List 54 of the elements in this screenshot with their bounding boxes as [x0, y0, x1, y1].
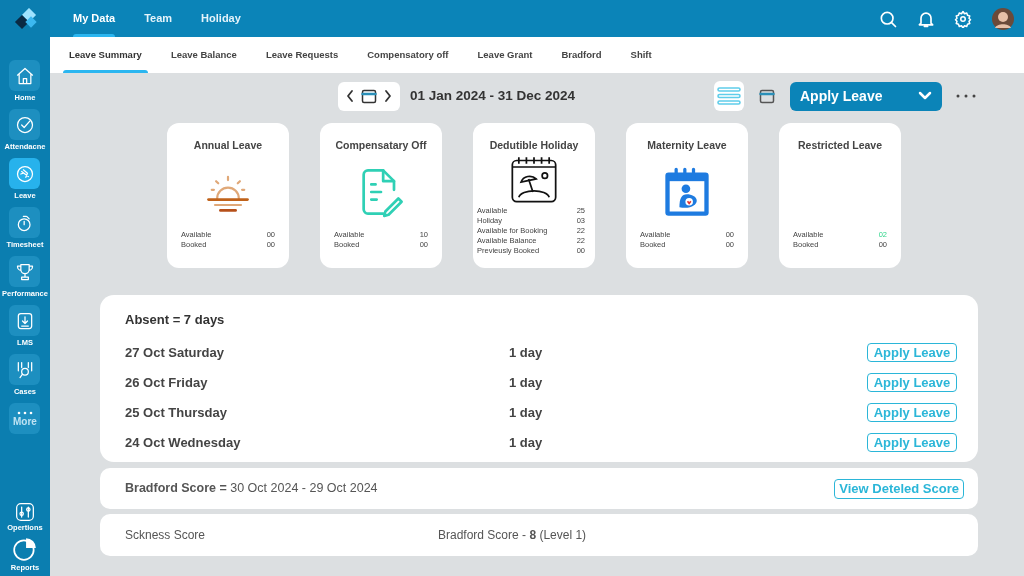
- top-tab[interactable]: My Data: [73, 0, 116, 37]
- absent-duration: 1 day: [509, 343, 543, 362]
- card-title: Annual Leave: [192, 138, 264, 153]
- sub-tab[interactable]: Compensatory off: [361, 37, 455, 73]
- absent-date: 26 Oct Friday: [125, 373, 209, 392]
- calendar-icon: [759, 88, 775, 104]
- more-icon[interactable]: [956, 94, 976, 98]
- chevron-left-icon[interactable]: [345, 89, 355, 103]
- apply-leave-button[interactable]: Apply Leave: [867, 403, 957, 422]
- absent-duration: 1 day: [509, 433, 543, 452]
- absent-date: 27 Oct Saturday: [125, 343, 225, 362]
- card-title: Restricted Leave: [796, 138, 883, 153]
- absent-duration: 1 day: [509, 373, 543, 392]
- settings-icon[interactable]: [954, 9, 972, 28]
- dots-icon: [17, 410, 33, 415]
- absent-title: Absent = 7 days: [125, 311, 226, 329]
- absent-duration: 1 day: [509, 403, 543, 422]
- sub-tab[interactable]: Leave Requests: [259, 37, 345, 73]
- trophy-icon: [15, 261, 35, 282]
- sidebar-nav-item[interactable]: More: [2, 403, 48, 434]
- card-title: Dedutible Holiday: [488, 138, 580, 153]
- apply-leave-button[interactable]: Apply Leave: [867, 343, 957, 362]
- date-range: 01 Jan 2024 - 31 Dec 2024: [410, 86, 576, 105]
- absent-date: 24 Oct Wednesday: [125, 433, 242, 452]
- top-tab[interactable]: Holiday: [201, 0, 241, 37]
- sub-tab[interactable]: Bradford: [555, 37, 608, 73]
- card-title: Compensatary Off: [334, 138, 428, 153]
- nav-tile: More: [9, 403, 41, 434]
- calendar-mother-icon: [663, 165, 711, 218]
- card-title: Maternity Leave: [646, 138, 728, 153]
- sub-tab[interactable]: Leave Summary: [63, 37, 148, 73]
- download-icon: [15, 310, 35, 331]
- sliders-icon: [15, 502, 35, 522]
- apply-leave-button[interactable]: Apply Leave: [867, 433, 957, 452]
- apply-leave-dropdown[interactable]: Apply Leave: [790, 81, 942, 111]
- chevron-right-icon[interactable]: [383, 89, 393, 103]
- sub-tab[interactable]: Leave Grant: [471, 37, 539, 73]
- top-tab[interactable]: Team: [144, 0, 173, 37]
- apply-leave-button[interactable]: Apply Leave: [867, 373, 957, 392]
- calendar-icon[interactable]: [361, 88, 377, 104]
- view-score-button[interactable]: View Deteled Score: [834, 478, 964, 499]
- sickness-score: Bradford Score - 8 (Level 1): [438, 527, 587, 544]
- absent-date: 25 Oct Thursday: [125, 403, 228, 422]
- sickness-label: Sckness Score: [125, 527, 207, 544]
- check-circle-icon: [15, 114, 35, 135]
- list-icon: [717, 87, 741, 105]
- sub-tab[interactable]: Shift: [624, 37, 658, 73]
- magnifier-icon: [15, 359, 35, 380]
- pie-chart-icon: [12, 536, 38, 562]
- sub-tab[interactable]: Leave Balance: [164, 37, 243, 73]
- avatar[interactable]: [992, 7, 1014, 30]
- chevron-down-icon: [918, 91, 932, 101]
- bradford-score-range: Bradford Score = 30 Oct 2024 - 29 Oct 2024: [125, 480, 378, 498]
- home-icon: [15, 65, 35, 86]
